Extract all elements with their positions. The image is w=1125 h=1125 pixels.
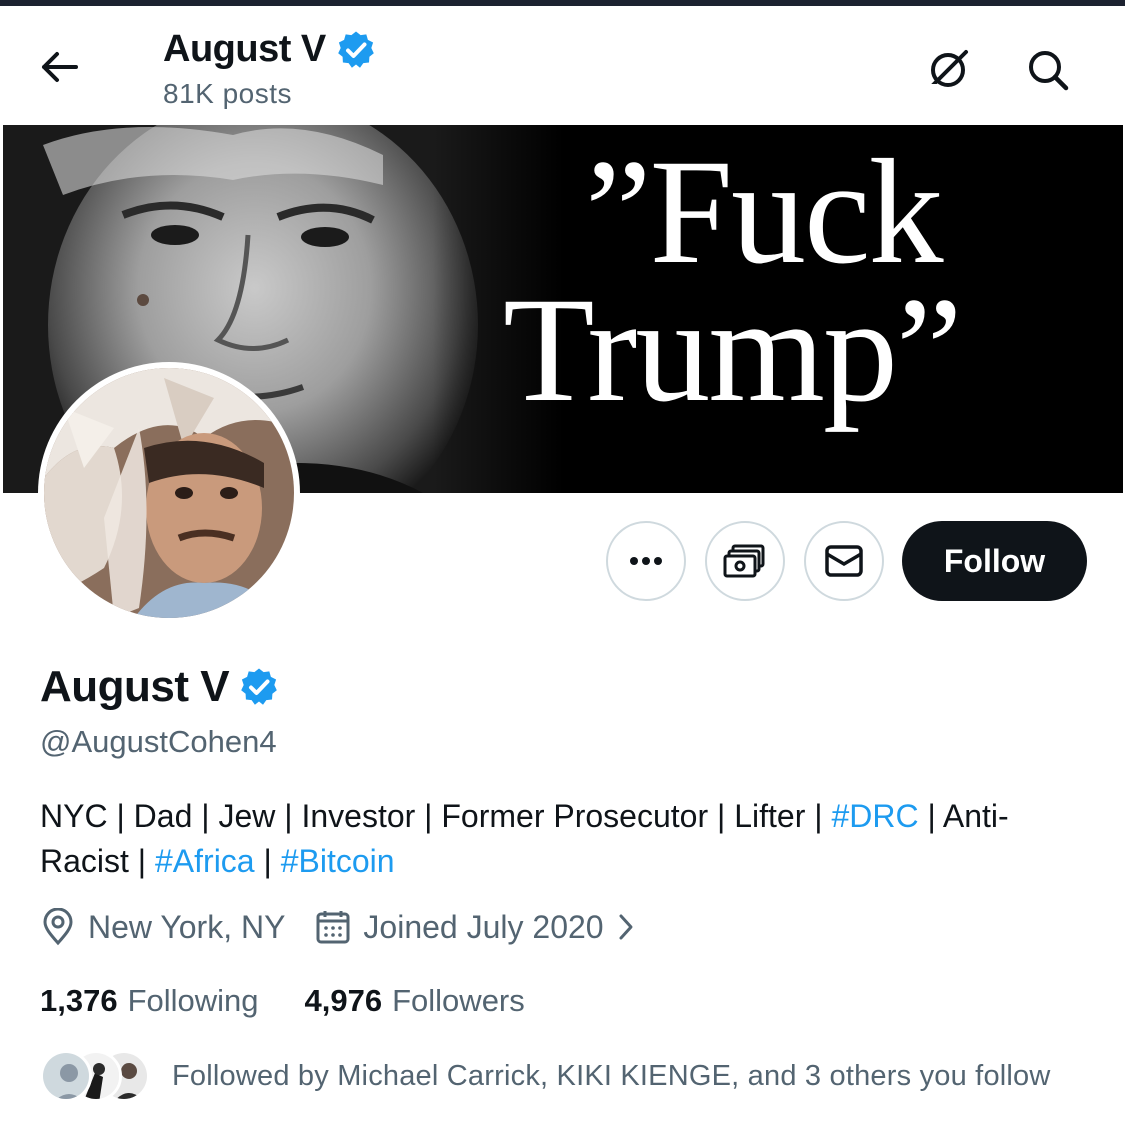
followed-by[interactable]: Followed by Michael Carrick, KIKI KIENGE…: [40, 1050, 1051, 1102]
followers-count: 4,976: [304, 983, 383, 1018]
hashtag-link-bitcoin[interactable]: #Bitcoin: [281, 843, 395, 879]
chevron-right-icon: [619, 914, 633, 940]
hashtag-link-drc[interactable]: #DRC: [831, 798, 918, 834]
follow-stats: 1,376 Following 4,976 Followers: [40, 983, 525, 1019]
money-icon: [723, 544, 765, 578]
profile-header-bar: August V 81K posts: [0, 6, 1125, 124]
more-button[interactable]: [606, 521, 686, 601]
location-text: New York, NY: [88, 908, 286, 945]
followers-link[interactable]: 4,976 Followers: [305, 983, 525, 1019]
header-title: August V: [163, 28, 376, 71]
back-arrow-icon: [42, 52, 78, 82]
avatar[interactable]: [38, 362, 300, 624]
verified-badge-icon[interactable]: [239, 667, 279, 707]
bio-text: |: [254, 843, 281, 879]
search-icon: [1029, 51, 1069, 91]
header-name: August V: [163, 28, 326, 70]
calendar-icon: [316, 911, 350, 944]
following-link[interactable]: 1,376 Following: [40, 983, 259, 1019]
location-pin-icon: [43, 908, 73, 946]
banner-quote-line2: Trump”: [503, 267, 963, 433]
avatar: [40, 1050, 92, 1102]
joined-date[interactable]: Joined July 2020: [315, 909, 635, 946]
followers-label: Followers: [392, 983, 525, 1018]
joined-text: Joined July 2020: [363, 908, 604, 945]
back-button[interactable]: [30, 44, 88, 90]
profile-meta: New York, NY Joined July 2020: [40, 908, 636, 946]
follow-button[interactable]: Follow: [902, 521, 1087, 601]
envelope-icon: [825, 545, 863, 577]
following-label: Following: [127, 983, 259, 1018]
grok-button[interactable]: [922, 44, 974, 96]
location: New York, NY: [40, 908, 285, 946]
banner-quote: ”Fuck Trump”: [503, 125, 1113, 493]
profile-name: August V: [40, 662, 230, 711]
following-count: 1,376: [40, 983, 118, 1018]
followed-by-text: Followed by Michael Carrick, KIKI KIENGE…: [172, 1059, 1051, 1092]
follower-avatars: [40, 1050, 150, 1102]
message-button[interactable]: [804, 521, 884, 601]
post-count: 81K posts: [163, 78, 293, 109]
bio-text: NYC | Dad | Jew | Investor | Former Pros…: [40, 798, 832, 834]
banner-quote-line1: ”Fuck: [585, 129, 944, 295]
grok-icon: [928, 50, 968, 89]
search-button[interactable]: [1022, 44, 1074, 96]
avatar-image: [44, 368, 294, 618]
more-icon: [630, 557, 662, 565]
profile-bio: NYC | Dad | Jew | Investor | Former Pros…: [40, 794, 1090, 884]
profile-name-row: August V: [40, 662, 279, 712]
profile-handle: @AugustCohen4: [40, 724, 277, 759]
verified-badge-icon: [337, 31, 374, 68]
hashtag-link-africa[interactable]: #Africa: [155, 843, 255, 879]
tip-button[interactable]: [705, 521, 785, 601]
